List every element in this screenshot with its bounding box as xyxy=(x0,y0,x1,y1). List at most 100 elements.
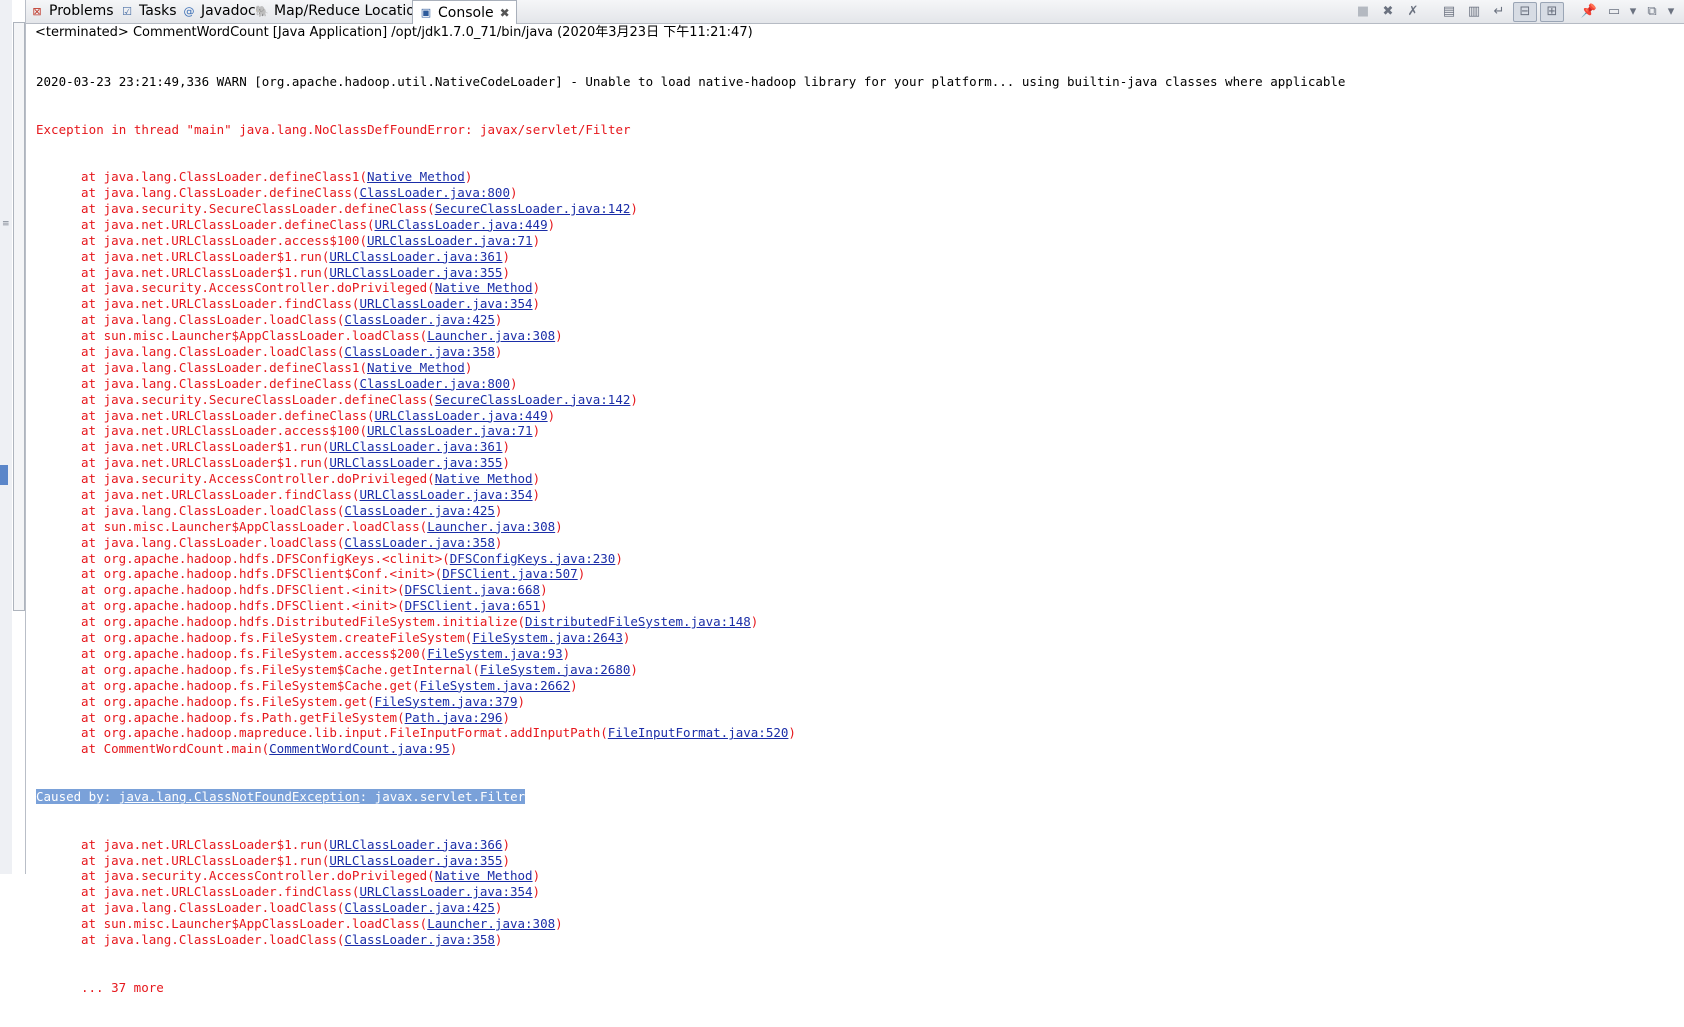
tab-console[interactable]: ▣ Console ✖ xyxy=(412,0,517,24)
frame-close-paren: ) xyxy=(622,630,631,646)
source-link[interactable]: Launcher.java:308 xyxy=(427,916,555,931)
console-toolbar: ■ ✖ ✗ ▤ ▥ ↵ ⊟ ⊞ 📌 ▭ ▾ ⧉ ▾ xyxy=(1352,1,1676,22)
frame-method: at java.net.URLClassLoader.defineClass( xyxy=(81,216,375,232)
source-link[interactable]: FileSystem.java:2662 xyxy=(420,678,571,693)
source-link[interactable]: ClassLoader.java:425 xyxy=(344,503,495,518)
source-link[interactable]: URLClassLoader.java:366 xyxy=(329,837,502,852)
stack-frame: at org.apache.hadoop.hdfs.DFSClient$Conf… xyxy=(36,566,1684,582)
source-link[interactable]: ClassLoader.java:358 xyxy=(344,535,495,550)
source-link[interactable]: DFSClient.java:668 xyxy=(405,582,540,597)
cause-stack-trace: at java.net.URLClassLoader$1.run(URLClas… xyxy=(36,837,1684,948)
frame-method: at java.net.URLClassLoader.findClass( xyxy=(81,884,360,900)
source-link[interactable]: Native Method xyxy=(367,169,465,184)
source-link[interactable]: URLClassLoader.java:355 xyxy=(329,455,502,470)
scroll-lock-icon[interactable]: ▥ xyxy=(1463,3,1485,21)
more-line: ... 37 more xyxy=(81,979,164,995)
frame-method: at java.lang.ClassLoader.loadClass( xyxy=(81,932,345,948)
source-link[interactable]: FileSystem.java:2680 xyxy=(480,662,631,677)
stack-frame: at org.apache.hadoop.fs.FileSystem.acces… xyxy=(36,646,1684,662)
source-link[interactable]: SecureClassLoader.java:142 xyxy=(435,392,631,407)
pin-console-icon[interactable]: 📌 xyxy=(1578,3,1600,21)
frame-close-paren: ) xyxy=(494,344,503,360)
clear-console-icon[interactable]: ▤ xyxy=(1438,3,1460,21)
console-view: ⊠ Problems ☑ Tasks @ Javadoc 🐘 Map/Reduce Lo… xyxy=(26,0,1684,995)
frame-method: at java.lang.ClassLoader.defineClass1( xyxy=(81,359,367,375)
frame-close-paren: ) xyxy=(449,741,458,757)
source-link[interactable]: CommentWordCount.java:95 xyxy=(269,741,450,756)
scrollbar-thumb[interactable] xyxy=(13,22,25,611)
source-link[interactable]: URLClassLoader.java:361 xyxy=(329,249,502,264)
frame-close-paren: ) xyxy=(750,614,759,630)
frame-close-paren: ) xyxy=(555,916,563,932)
source-link[interactable]: Launcher.java:308 xyxy=(427,328,555,343)
source-link[interactable]: URLClassLoader.java:355 xyxy=(329,853,502,868)
tab-tasks[interactable]: ☑ Tasks xyxy=(120,0,176,22)
word-wrap-icon[interactable]: ↵ xyxy=(1488,3,1510,21)
source-link[interactable]: URLClassLoader.java:361 xyxy=(329,439,502,454)
source-link[interactable]: ClassLoader.java:358 xyxy=(344,344,495,359)
source-link[interactable]: URLClassLoader.java:355 xyxy=(329,265,502,280)
source-link[interactable]: DistributedFileSystem.java:148 xyxy=(525,614,751,629)
stack-frame: at org.apache.hadoop.fs.Path.getFileSyst… xyxy=(36,710,1684,726)
javadoc-icon: @ xyxy=(183,4,195,18)
source-link[interactable]: FileSystem.java:379 xyxy=(375,694,518,709)
stack-frame: at java.lang.ClassLoader.loadClass(Class… xyxy=(36,344,1684,360)
source-link[interactable]: URLClassLoader.java:71 xyxy=(367,233,533,248)
source-link[interactable]: ClassLoader.java:800 xyxy=(359,185,510,200)
remove-launch-icon[interactable]: ✖ xyxy=(1377,3,1399,21)
vertical-scrollbar[interactable] xyxy=(12,0,26,874)
source-link[interactable]: ClassLoader.java:425 xyxy=(344,900,495,915)
sash-grip-icon[interactable]: ≡ xyxy=(2,220,10,232)
source-link[interactable]: URLClassLoader.java:354 xyxy=(359,884,532,899)
stack-frame: at java.lang.ClassLoader.defineClass(Cla… xyxy=(36,185,1684,201)
source-link[interactable]: FileInputFormat.java:520 xyxy=(608,725,789,740)
tab-map-reduce-locations[interactable]: 🐘 Map/Reduce Locations xyxy=(255,0,431,22)
chevron-down-icon[interactable]: ▾ xyxy=(1628,3,1638,21)
show-stderr-icon[interactable]: ⊞ xyxy=(1540,1,1564,22)
source-link[interactable]: Native Method xyxy=(435,868,533,883)
source-link[interactable]: FileSystem.java:2643 xyxy=(472,630,623,645)
exception-link[interactable]: java.lang.ClassNotFoundException xyxy=(119,789,360,804)
source-link[interactable]: FileSystem.java:93 xyxy=(427,646,562,661)
source-link[interactable]: URLClassLoader.java:354 xyxy=(359,487,532,502)
view-menu-icon[interactable]: ▾ xyxy=(1666,3,1676,21)
frame-method: at sun.misc.Launcher$AppClassLoader.load… xyxy=(81,916,428,932)
source-link[interactable]: DFSClient.java:507 xyxy=(442,566,577,581)
remove-all-terminated-icon[interactable]: ✗ xyxy=(1402,3,1424,21)
source-link[interactable]: URLClassLoader.java:71 xyxy=(367,423,533,438)
console-icon: ▣ xyxy=(420,6,432,19)
source-link[interactable]: ClassLoader.java:358 xyxy=(344,932,495,947)
tab-javadoc[interactable]: @ Javadoc xyxy=(182,0,256,22)
stack-frame: at org.apache.hadoop.hdfs.DFSClient.<ini… xyxy=(36,582,1684,598)
open-console-icon[interactable]: ⧉ xyxy=(1641,3,1663,21)
source-link[interactable]: ClassLoader.java:425 xyxy=(344,312,495,327)
source-link[interactable]: SecureClassLoader.java:142 xyxy=(435,201,631,216)
source-link[interactable]: Path.java:296 xyxy=(405,710,503,725)
source-link[interactable]: Native Method xyxy=(367,360,465,375)
frame-method: at java.net.URLClassLoader$1.run( xyxy=(81,455,330,471)
source-link[interactable]: Launcher.java:308 xyxy=(427,519,555,534)
source-link[interactable]: Native Method xyxy=(435,471,533,486)
source-link[interactable]: Native Method xyxy=(435,280,533,295)
source-link[interactable]: ClassLoader.java:800 xyxy=(359,376,510,391)
source-link[interactable]: URLClassLoader.java:449 xyxy=(375,217,548,232)
frame-close-paren: ) xyxy=(502,248,510,264)
source-link[interactable]: DFSClient.java:651 xyxy=(405,598,540,613)
tab-problems[interactable]: ⊠ Problems xyxy=(30,0,113,22)
display-console-icon[interactable]: ▭ xyxy=(1603,3,1625,21)
console-output[interactable]: 2020-03-23 23:21:49,336 WARN [org.apache… xyxy=(36,42,1684,995)
caused-by-line: Caused by: java.lang.ClassNotFoundExcept… xyxy=(36,788,1684,805)
terminate-icon[interactable]: ■ xyxy=(1352,3,1374,21)
stack-frame: at org.apache.hadoop.hdfs.DistributedFil… xyxy=(36,614,1684,630)
close-icon[interactable]: ✖ xyxy=(500,6,510,20)
frame-close-paren: ) xyxy=(502,439,510,455)
show-stdout-icon[interactable]: ⊟ xyxy=(1513,1,1537,22)
frame-method: at java.lang.ClassLoader.loadClass( xyxy=(81,502,345,518)
source-link[interactable]: URLClassLoader.java:354 xyxy=(359,296,532,311)
frame-close-paren: ) xyxy=(570,677,578,693)
frame-close-paren: ) xyxy=(532,296,541,312)
frame-close-paren: ) xyxy=(562,645,571,661)
frame-method: at java.lang.ClassLoader.defineClass( xyxy=(81,375,360,391)
source-link[interactable]: DFSConfigKeys.java:230 xyxy=(450,551,616,566)
source-link[interactable]: URLClassLoader.java:449 xyxy=(375,408,548,423)
